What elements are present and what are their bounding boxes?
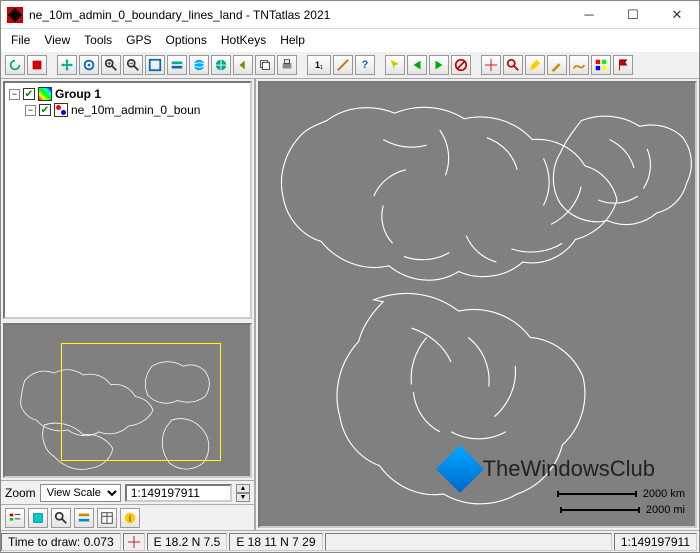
layer-settings-icon[interactable] — [74, 508, 94, 528]
scalebar-line-icon — [557, 493, 637, 495]
layer-node[interactable]: − ✔ ne_10m_admin_0_boun — [9, 103, 246, 117]
find-icon[interactable] — [51, 508, 71, 528]
scale-km-label: 2000 km — [643, 488, 685, 500]
flag-icon[interactable] — [613, 55, 633, 75]
spin-down-icon[interactable]: ▼ — [236, 493, 250, 502]
status-crosshair-icon[interactable] — [123, 533, 145, 551]
globe2-icon[interactable] — [211, 55, 231, 75]
zoom-value[interactable]: 1:149197911 — [125, 484, 232, 502]
scale-mi-label: 2000 mi — [646, 504, 685, 516]
status-bar: Time to draw: 0.073 E 18.2 N 7.5 E 18 11… — [1, 530, 699, 552]
menu-file[interactable]: File — [11, 33, 30, 47]
layer-checkbox[interactable]: ✔ — [39, 104, 51, 116]
overview-viewport-rect[interactable] — [61, 343, 221, 461]
pan-icon[interactable] — [57, 55, 77, 75]
one-to-one-icon[interactable]: 1₁ — [307, 55, 331, 75]
close-button[interactable]: ✕ — [655, 1, 699, 29]
group-label: Group 1 — [55, 87, 101, 101]
copy-icon[interactable] — [255, 55, 275, 75]
arrow-icon[interactable] — [385, 55, 405, 75]
zoom-layer-icon[interactable] — [167, 55, 187, 75]
status-coord2: E 18 11 N 7 29 — [229, 533, 322, 551]
zoom-in-icon[interactable] — [101, 55, 121, 75]
map-boundaries-icon — [260, 83, 695, 526]
drawtime-value: 0.073 — [84, 535, 114, 549]
menu-gps[interactable]: GPS — [126, 33, 151, 47]
status-spacer — [325, 533, 612, 551]
zoom-row: Zoom View Scale 1:149197911 ▲ ▼ — [1, 480, 254, 504]
group-checkbox[interactable]: ✔ — [23, 88, 35, 100]
minimize-button[interactable]: ─ — [567, 1, 611, 29]
info-icon[interactable]: i — [120, 508, 140, 528]
layer-tree[interactable]: − ✔ Group 1 − ✔ ne_10m_admin_0_boun — [3, 81, 252, 319]
pencil-icon[interactable] — [547, 55, 567, 75]
menu-view[interactable]: View — [44, 33, 70, 47]
main-area: − ✔ Group 1 − ✔ ne_10m_admin_0_boun — [1, 79, 699, 530]
window-title: ne_10m_admin_0_boundary_lines_land - TNT… — [29, 8, 567, 22]
window-controls: ─ ☐ ✕ — [567, 1, 699, 29]
menu-hotkeys[interactable]: HotKeys — [221, 33, 266, 47]
edit-icon[interactable] — [525, 55, 545, 75]
left-toolbar: i — [1, 504, 254, 530]
layer-icon — [54, 103, 68, 117]
collapse-icon[interactable]: − — [9, 89, 20, 100]
zoom-extents-icon[interactable] — [145, 55, 165, 75]
app-icon — [7, 7, 23, 23]
crosshair-icon[interactable] — [481, 55, 501, 75]
menu-options[interactable]: Options — [166, 33, 207, 47]
scale-bars: 2000 km 2000 mi — [557, 488, 685, 516]
drawtime-label: Time to draw: — [8, 535, 80, 549]
menu-tools[interactable]: Tools — [84, 33, 112, 47]
zoom-mode-select[interactable]: View Scale — [40, 484, 121, 502]
table-icon[interactable] — [97, 508, 117, 528]
prev-view-icon[interactable] — [233, 55, 253, 75]
titlebar: ne_10m_admin_0_boundary_lines_land - TNT… — [1, 1, 699, 29]
spin-up-icon[interactable]: ▲ — [236, 484, 250, 493]
zoom-label: Zoom — [5, 486, 36, 500]
select-rect-icon[interactable] — [28, 508, 48, 528]
collapse-icon[interactable]: − — [25, 105, 36, 116]
status-drawtime: Time to draw: 0.073 — [1, 533, 121, 551]
back-arrow-icon[interactable] — [407, 55, 427, 75]
sketch-icon[interactable] — [569, 55, 589, 75]
scale-km: 2000 km — [557, 488, 685, 500]
svg-text:i: i — [129, 513, 131, 523]
stop-icon[interactable] — [27, 55, 47, 75]
toolbar: 1₁ ? — [1, 51, 699, 79]
question-icon[interactable]: ? — [355, 55, 375, 75]
zoom-spinner[interactable]: ▲ ▼ — [236, 484, 250, 502]
cancel-icon[interactable] — [451, 55, 471, 75]
scalebar-line-icon — [560, 509, 640, 511]
zoom-tool-icon[interactable] — [503, 55, 523, 75]
app-window: ne_10m_admin_0_boundary_lines_land - TNT… — [0, 0, 700, 553]
refresh-icon[interactable] — [5, 55, 25, 75]
palette-icon[interactable] — [591, 55, 611, 75]
scale-mi: 2000 mi — [560, 504, 685, 516]
left-panel: − ✔ Group 1 − ✔ ne_10m_admin_0_boun — [1, 79, 256, 530]
measure-icon[interactable] — [333, 55, 353, 75]
group-node[interactable]: − ✔ Group 1 — [9, 87, 246, 101]
status-coord1: E 18.2 N 7.5 — [147, 533, 228, 551]
overview-map[interactable] — [3, 323, 252, 478]
print-icon[interactable] — [277, 55, 297, 75]
maximize-button[interactable]: ☐ — [611, 1, 655, 29]
menubar: File View Tools GPS Options HotKeys Help — [1, 29, 699, 51]
legend-icon[interactable] — [5, 508, 25, 528]
globe-icon[interactable] — [189, 55, 209, 75]
map-view[interactable]: 2000 km 2000 mi TheWindowsClub — [258, 81, 697, 528]
status-scale: 1:149197911 — [614, 533, 697, 551]
recenter-icon[interactable] — [79, 55, 99, 75]
fwd-arrow-icon[interactable] — [429, 55, 449, 75]
group-icon — [38, 87, 52, 101]
layer-label: ne_10m_admin_0_boun — [71, 103, 200, 117]
zoom-out-icon[interactable] — [123, 55, 143, 75]
menu-help[interactable]: Help — [280, 33, 305, 47]
